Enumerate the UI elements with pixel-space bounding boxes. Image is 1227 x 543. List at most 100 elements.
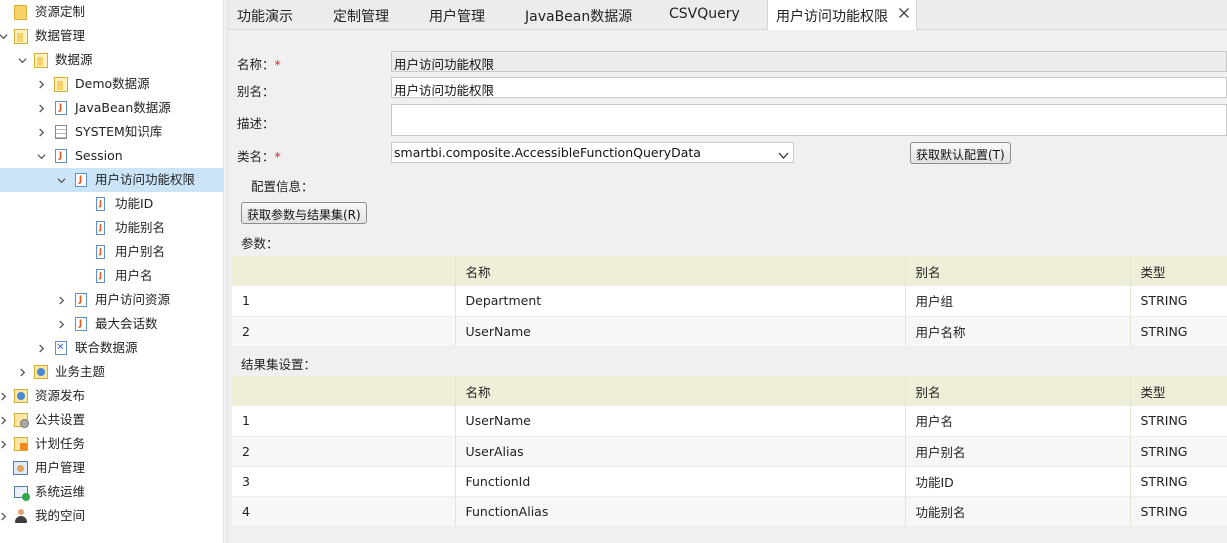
tree-item-scheduled-tasks[interactable]: 计划任务	[0, 432, 223, 456]
chevron-right-icon[interactable]	[0, 504, 10, 528]
chevron-right-icon[interactable]	[34, 96, 48, 120]
chevron-right-icon[interactable]	[0, 408, 10, 432]
chevron-down-icon[interactable]	[778, 148, 789, 159]
chevron-right-icon[interactable]	[34, 336, 48, 360]
tree-item-datasource[interactable]: 数据源	[0, 48, 223, 72]
tree-item-user-function-permission[interactable]: J 用户访问功能权限	[0, 168, 223, 192]
tree-item-javabean-datasource[interactable]: J JavaBean数据源	[0, 96, 223, 120]
class-name-value: smartbi.composite.AccessibleFunctionQuer…	[394, 145, 701, 160]
chevron-down-icon[interactable]	[0, 24, 10, 48]
table-row[interactable]: 1 Department 用户组 STRING	[232, 286, 1227, 317]
tree-item-session[interactable]: J Session	[0, 144, 223, 168]
tab-user-function-permission[interactable]: 用户访问功能权限	[767, 0, 917, 31]
tree-item-user-alias[interactable]: J 用户别名	[0, 240, 223, 264]
chevron-down-icon[interactable]	[15, 48, 29, 72]
cell-type[interactable]: STRING	[1130, 286, 1227, 317]
chevron-down-icon[interactable]	[54, 168, 68, 192]
tree-item-composite-datasource[interactable]: ✕ 联合数据源	[0, 336, 223, 360]
column-header-index[interactable]	[232, 256, 456, 286]
cell-name[interactable]: UserName	[455, 406, 906, 437]
description-field[interactable]	[391, 104, 1227, 136]
tree-item-system-ops[interactable]: 系统运维	[0, 480, 223, 504]
name-field[interactable]: 用户访问功能权限	[391, 51, 1227, 72]
cell-name[interactable]: FunctionId	[455, 466, 906, 497]
column-header-type[interactable]: 类型	[1130, 376, 1227, 406]
tree-item-label: 我的空间	[35, 508, 86, 523]
tab-custom-management[interactable]: 定制管理	[333, 0, 389, 30]
chevron-right-icon[interactable]	[0, 384, 10, 408]
tab-javabean-datasource[interactable]: JavaBean数据源	[525, 0, 632, 30]
cell-type[interactable]: STRING	[1130, 466, 1227, 497]
cell-name[interactable]: Department	[455, 286, 906, 317]
tree-item-user-access-resource[interactable]: J 用户访问资源	[0, 288, 223, 312]
cell-name[interactable]: UserAlias	[455, 436, 906, 467]
table-row[interactable]: 2 UserAlias 用户别名 STRING	[232, 436, 1227, 467]
tree-item-resource-publish[interactable]: 资源发布	[0, 384, 223, 408]
cell-type[interactable]: STRING	[1130, 496, 1227, 527]
get-default-config-button[interactable]: 获取默认配置(T)	[910, 142, 1011, 164]
tree-item-label: 用户管理	[35, 460, 86, 475]
tree-item-business-theme[interactable]: 业务主题	[0, 360, 223, 384]
navigation-tree: 资源定制 数据管理 数据源 Demo数据源 J JavaBean数据源 SYST…	[0, 0, 223, 543]
chevron-right-icon[interactable]	[15, 360, 29, 384]
tab-function-demo[interactable]: 功能演示	[237, 0, 293, 30]
cell-type[interactable]: STRING	[1130, 316, 1227, 347]
cell-alias[interactable]: 用户名	[905, 406, 1131, 437]
tree-item-user-name[interactable]: J 用户名	[0, 264, 223, 288]
tree-item-data-management[interactable]: 数据管理	[0, 24, 223, 48]
class-name-select[interactable]: smartbi.composite.AccessibleFunctionQuer…	[391, 142, 794, 163]
tree-item-user-management[interactable]: 用户管理	[0, 456, 223, 480]
tree-item-label: 联合数据源	[75, 340, 138, 355]
tree-item-demo-datasource[interactable]: Demo数据源	[0, 72, 223, 96]
column-header-index[interactable]	[232, 376, 456, 406]
chevron-right-icon[interactable]	[54, 312, 68, 336]
cell-alias[interactable]: 功能别名	[905, 496, 1131, 527]
description-label: 描述：	[237, 116, 275, 131]
chevron-right-icon[interactable]	[54, 288, 68, 312]
table-row[interactable]: 4 FunctionAlias 功能别名 STRING	[232, 496, 1227, 527]
chevron-right-icon[interactable]	[34, 120, 48, 144]
cell-alias[interactable]: 用户别名	[905, 436, 1131, 467]
tab-user-management[interactable]: 用户管理	[429, 0, 485, 30]
table-header-row: 名称 别名 类型	[232, 376, 1227, 406]
cell-alias[interactable]: 功能ID	[905, 466, 1131, 497]
cell-name[interactable]: UserName	[455, 316, 906, 347]
tree-item-label: 数据管理	[35, 28, 86, 43]
tree-item-max-sessions[interactable]: J 最大会话数	[0, 312, 223, 336]
alias-field[interactable]: 用户访问功能权限	[391, 77, 1227, 98]
column-header-alias[interactable]: 别名	[905, 256, 1131, 286]
tree-item-function-alias[interactable]: J 功能别名	[0, 216, 223, 240]
tree-item-my-space[interactable]: 我的空间	[0, 504, 223, 528]
fetch-params-resultset-button[interactable]: 获取参数与结果集(R)	[241, 202, 367, 224]
tree-item-system-knowledge[interactable]: SYSTEM知识库	[0, 120, 223, 144]
tree-item-label: 数据源	[55, 52, 93, 67]
column-header-type[interactable]: 类型	[1130, 256, 1227, 286]
cell-alias[interactable]: 用户名称	[905, 316, 1131, 347]
tab-label: CSVQuery	[669, 6, 740, 22]
column-header-name[interactable]: 名称	[455, 376, 906, 406]
chevron-down-icon[interactable]	[34, 144, 48, 168]
tree-item-label: 最大会话数	[95, 316, 158, 331]
column-header-name[interactable]: 名称	[455, 256, 906, 286]
tree-item-public-settings[interactable]: 公共设置	[0, 408, 223, 432]
tree-item-label: SYSTEM知识库	[75, 124, 163, 139]
cell-type[interactable]: STRING	[1130, 406, 1227, 437]
chevron-right-icon[interactable]	[0, 432, 10, 456]
required-mark: *	[274, 149, 281, 164]
tab-csvquery[interactable]: CSVQuery	[669, 0, 740, 30]
cell-index: 2	[232, 316, 456, 347]
javabean-icon: J	[53, 148, 68, 164]
tree-item-function-id[interactable]: J 功能ID	[0, 192, 223, 216]
table-row[interactable]: 1 UserName 用户名 STRING	[232, 406, 1227, 437]
close-icon[interactable]	[898, 7, 910, 19]
table-row[interactable]: 2 UserName 用户名称 STRING	[232, 316, 1227, 347]
tree-item-resource-custom[interactable]: 资源定制	[0, 0, 223, 24]
cell-alias[interactable]: 用户组	[905, 286, 1131, 317]
chevron-right-icon[interactable]	[34, 72, 48, 96]
table-row[interactable]: 3 FunctionId 功能ID STRING	[232, 466, 1227, 497]
name-label: 名称：*	[237, 54, 281, 73]
cell-name[interactable]: FunctionAlias	[455, 496, 906, 527]
cell-index: 1	[232, 406, 456, 437]
cell-type[interactable]: STRING	[1130, 436, 1227, 467]
column-header-alias[interactable]: 别名	[905, 376, 1131, 406]
